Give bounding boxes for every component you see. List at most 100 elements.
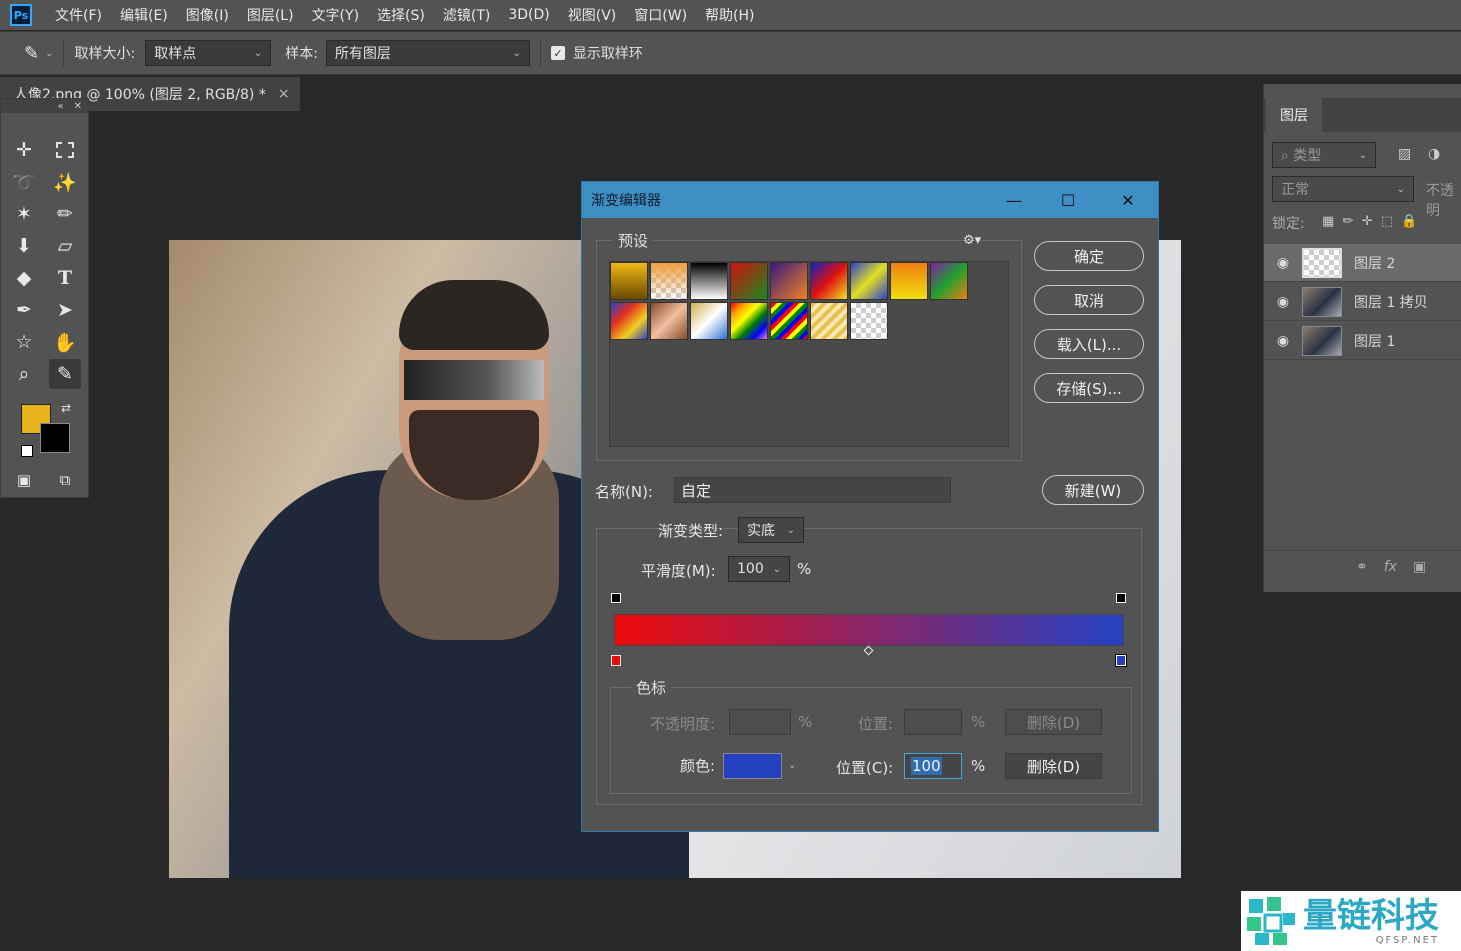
name-input[interactable]: 自定 xyxy=(674,477,951,503)
preset-swatch[interactable] xyxy=(770,262,808,300)
path-select-icon[interactable]: ➤ xyxy=(49,295,81,325)
close-icon[interactable]: ✕ xyxy=(1104,182,1152,218)
screen-mode-icon[interactable]: ⧉ xyxy=(49,465,81,495)
preset-swatch[interactable] xyxy=(850,302,888,340)
color-stop-left[interactable] xyxy=(611,655,621,666)
menu-window[interactable]: 窗口(W) xyxy=(625,5,696,25)
gear-icon[interactable]: ⚙▾ xyxy=(963,233,981,248)
menu-image[interactable]: 图像(I) xyxy=(177,5,238,25)
blend-mode-select[interactable]: 正常 ⌄ xyxy=(1272,176,1414,202)
menu-type[interactable]: 文字(Y) xyxy=(303,5,368,25)
lock-icons[interactable]: ▦ ✏ ✛ ⬚ 🔒 xyxy=(1322,214,1418,229)
preset-swatch[interactable] xyxy=(610,262,648,300)
color-stop-right[interactable] xyxy=(1115,654,1127,667)
layer-filter-select[interactable]: ⌕ 类型 ⌄ xyxy=(1272,142,1376,168)
maximize-icon[interactable]: ☐ xyxy=(1044,182,1092,218)
smoothness-input[interactable]: 100 ⌄ xyxy=(728,556,790,582)
opacity-stop-right[interactable] xyxy=(1116,593,1126,603)
layer-row-layer2[interactable]: ◉ 图层 2 xyxy=(1264,244,1461,282)
preset-swatch[interactable] xyxy=(770,302,808,340)
layer-row-layer1[interactable]: ◉ 图层 1 xyxy=(1264,322,1461,360)
close-tab-icon[interactable]: × xyxy=(278,86,290,102)
magic-wand-icon[interactable]: ✨ xyxy=(49,167,81,197)
menu-select[interactable]: 选择(S) xyxy=(368,5,434,25)
lasso-icon[interactable]: ➰ xyxy=(8,167,40,197)
zoom-icon[interactable]: ⌕ xyxy=(8,359,40,389)
brush-icon[interactable]: ✏ xyxy=(49,199,81,229)
dialog-title-bar[interactable]: 渐变编辑器 — ☐ ✕ xyxy=(582,182,1158,218)
chevron-down-icon[interactable]: ⌄ xyxy=(45,48,53,59)
swap-colors-icon[interactable]: ⇄ xyxy=(61,401,71,415)
layers-footer: ⚭ fx ▣ xyxy=(1264,550,1461,582)
preset-swatch[interactable] xyxy=(690,262,728,300)
layer-row-layer1-copy[interactable]: ◉ 图层 1 拷贝 xyxy=(1264,283,1461,321)
stamp-icon[interactable]: ⬇ xyxy=(8,231,40,261)
eyedropper-preset-icon[interactable]: ✎ xyxy=(24,43,39,64)
preset-swatch[interactable] xyxy=(810,302,848,340)
mask-icon[interactable]: ▣ xyxy=(1413,559,1426,575)
eye-icon[interactable]: ◉ xyxy=(1264,333,1302,349)
pen-icon[interactable]: ✒ xyxy=(8,295,40,325)
preset-swatch[interactable] xyxy=(610,302,648,340)
load-button[interactable]: 载入(L)... xyxy=(1034,329,1144,359)
preset-swatch[interactable] xyxy=(690,302,728,340)
hand-icon[interactable]: ✋ xyxy=(49,327,81,357)
minimize-icon[interactable]: — xyxy=(990,182,1038,218)
menu-filter[interactable]: 滤镜(T) xyxy=(434,5,499,25)
cancel-button[interactable]: 取消 xyxy=(1034,285,1144,315)
sample-select[interactable]: 所有图层 ⌄ xyxy=(325,40,530,66)
menu-view[interactable]: 视图(V) xyxy=(559,5,626,25)
menu-layer[interactable]: 图层(L) xyxy=(238,5,303,25)
photoshop-logo: Ps xyxy=(10,4,32,26)
link-layers-icon[interactable]: ⚭ xyxy=(1356,559,1368,575)
move-icon[interactable]: ✛ xyxy=(8,135,40,165)
preset-swatch[interactable] xyxy=(650,302,688,340)
tab-layers[interactable]: 图层 xyxy=(1266,98,1322,132)
stop-color-swatch[interactable] xyxy=(723,753,782,779)
menu-3d[interactable]: 3D(D) xyxy=(499,7,558,23)
eraser-icon[interactable]: ▱ xyxy=(49,231,81,261)
watermark-cn: 量链科技 xyxy=(1303,895,1439,936)
ok-button[interactable]: 确定 xyxy=(1034,241,1144,271)
gradient-type-select[interactable]: 实底 ⌄ xyxy=(738,517,804,543)
preset-swatch[interactable] xyxy=(730,302,768,340)
quick-mask-icon[interactable]: ▣ xyxy=(8,465,40,495)
chevron-down-icon: ⌄ xyxy=(786,524,795,536)
eyedropper-icon[interactable]: ✎ xyxy=(49,359,81,389)
default-colors-icon[interactable] xyxy=(21,445,33,457)
eye-icon[interactable]: ◉ xyxy=(1264,294,1302,310)
background-color-swatch[interactable] xyxy=(40,423,70,453)
smoothness-label: 平滑度(M): xyxy=(641,562,716,580)
opacity-stop-left[interactable] xyxy=(611,593,621,603)
blend-mode-value: 正常 xyxy=(1281,182,1309,198)
eye-icon[interactable]: ◉ xyxy=(1264,255,1302,271)
preset-swatch[interactable] xyxy=(810,262,848,300)
show-ring-checkbox[interactable]: ✓ xyxy=(550,46,565,60)
preset-swatch[interactable] xyxy=(650,262,688,300)
eyedropper-brush-icon[interactable]: ✶ xyxy=(8,199,40,229)
collapse-icon[interactable]: « xyxy=(57,101,63,112)
new-button[interactable]: 新建(W) xyxy=(1042,475,1144,505)
preset-swatch[interactable] xyxy=(730,262,768,300)
adjustment-filter-icon[interactable]: ◑ xyxy=(1428,146,1440,162)
paint-bucket-icon[interactable]: ◆ xyxy=(8,263,40,293)
gradient-preview-bar[interactable] xyxy=(614,614,1124,646)
preset-swatch[interactable] xyxy=(930,262,968,300)
type-icon[interactable]: T xyxy=(49,263,81,293)
shape-icon[interactable]: ☆ xyxy=(8,327,40,357)
sample-size-select[interactable]: 取样点 ⌄ xyxy=(145,40,272,66)
close-icon[interactable]: ✕ xyxy=(74,101,82,112)
save-button[interactable]: 存储(S)... xyxy=(1034,373,1144,403)
preset-swatch[interactable] xyxy=(850,262,888,300)
image-filter-icon[interactable]: ▨ xyxy=(1398,146,1411,162)
fx-icon[interactable]: fx xyxy=(1384,559,1397,575)
name-label: 名称(N): xyxy=(595,483,653,501)
delete-color-button[interactable]: 删除(D) xyxy=(1005,753,1102,779)
chevron-down-icon[interactable]: ⌄ xyxy=(788,760,796,771)
menu-edit[interactable]: 编辑(E) xyxy=(111,5,177,25)
preset-swatch[interactable] xyxy=(890,262,928,300)
marquee-icon[interactable] xyxy=(49,135,81,165)
menu-help[interactable]: 帮助(H) xyxy=(696,5,763,25)
location-input[interactable]: 100 xyxy=(904,753,962,779)
menu-file[interactable]: 文件(F) xyxy=(46,5,111,25)
